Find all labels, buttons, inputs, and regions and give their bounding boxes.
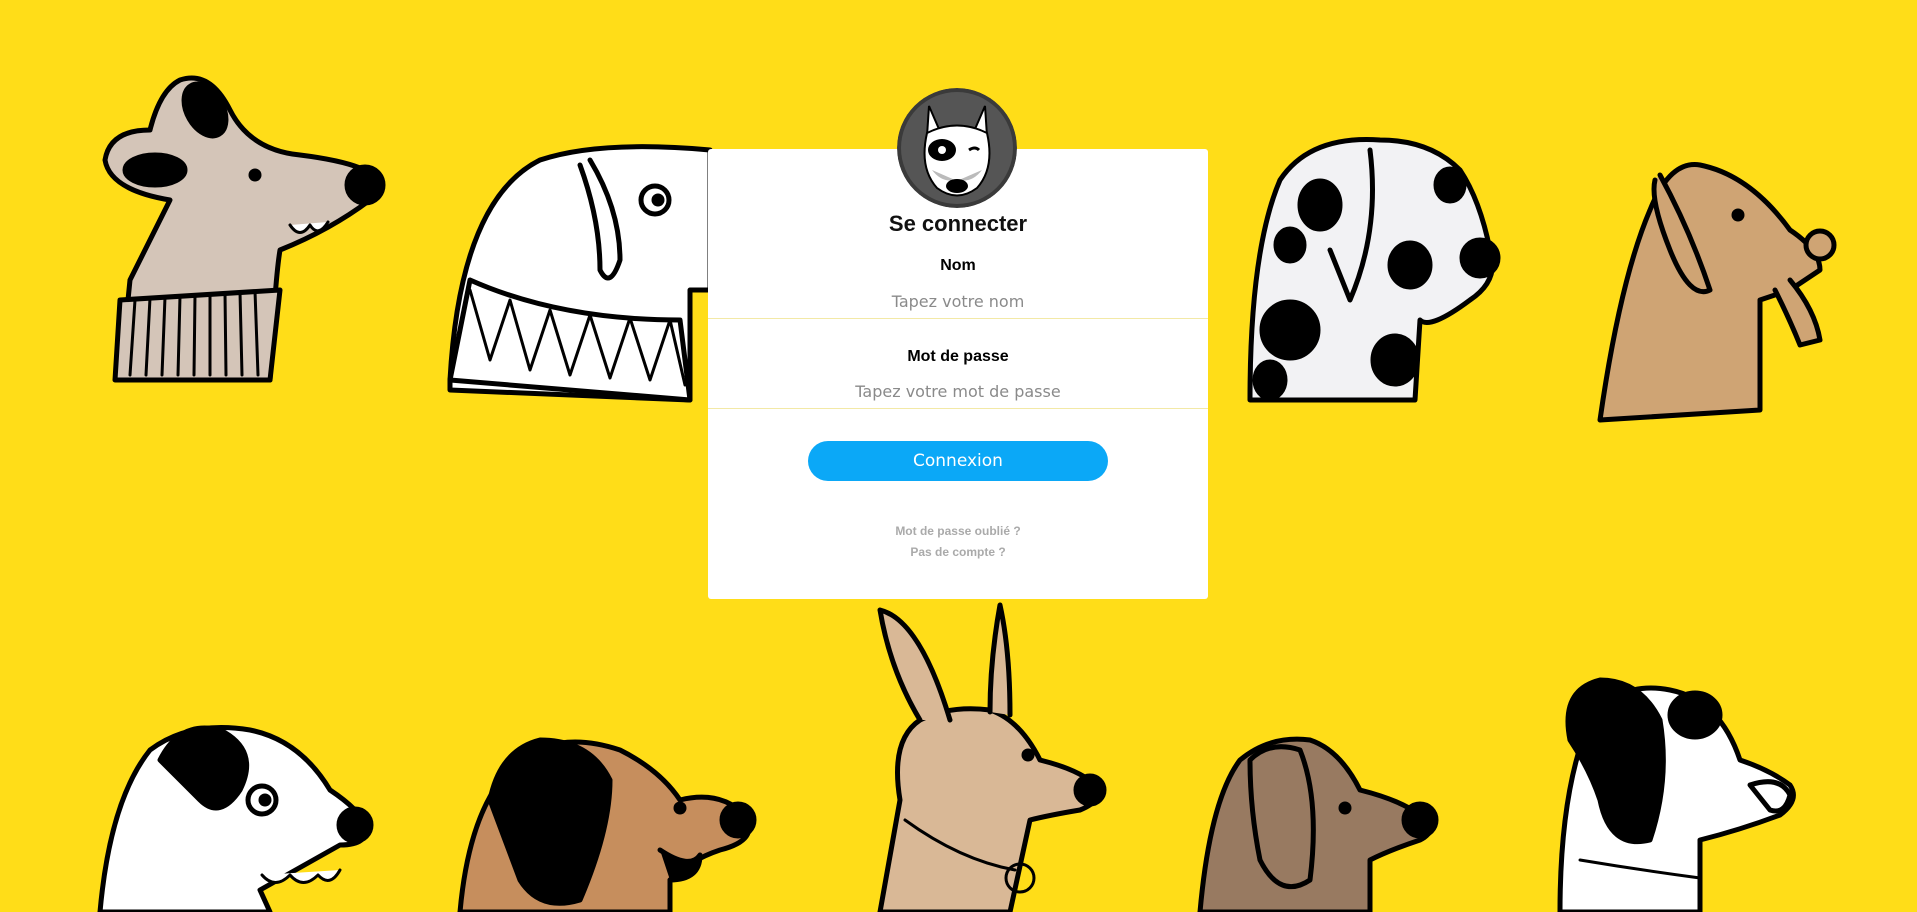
name-input[interactable]	[708, 285, 1208, 319]
page-title: Se connecter	[888, 211, 1028, 236]
dog-illustration	[102, 75, 386, 383]
password-label: Mot de passe	[907, 348, 1009, 365]
dog-avatar-icon	[897, 88, 1017, 208]
login-page: Se connecter Nom Mot de passe Connexion …	[0, 0, 1917, 912]
login-button[interactable]: Connexion	[808, 441, 1108, 481]
password-input[interactable]	[708, 375, 1208, 409]
forgot-password-link[interactable]: Mot de passe oublié ?	[708, 524, 1208, 538]
name-label: Nom	[940, 257, 976, 274]
no-account-link[interactable]: Pas de compte ?	[708, 545, 1208, 559]
login-card: Se connecter Nom Mot de passe Connexion …	[708, 149, 1208, 599]
